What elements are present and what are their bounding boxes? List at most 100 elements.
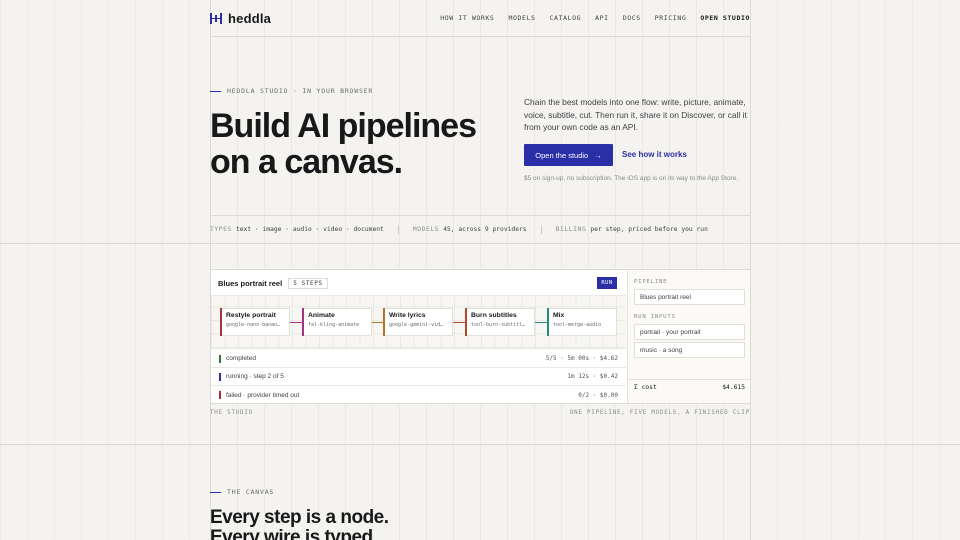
node-title: Write lyrics	[389, 312, 426, 319]
wire	[535, 322, 547, 323]
open-studio-button[interactable]: Open the studio →	[524, 144, 613, 166]
studio-main: Blues portrait reel 5 STEPS RUN Restyle …	[211, 270, 626, 403]
status-indicator	[219, 372, 221, 381]
run-row-completed[interactable]: completed 5/5 · 5m 00s · $4.62	[211, 350, 626, 368]
nav-link-catalog[interactable]: CATALOG	[550, 14, 582, 22]
node-restyle-portrait[interactable]: Restyle portrait google-nano-banan…	[220, 308, 290, 336]
node-model: tool-burn-subtitl…	[471, 322, 526, 328]
canvas-section-title: Every step is a node. Every wire is type…	[210, 508, 389, 540]
background-grid-left	[0, 0, 210, 540]
logo-icon	[210, 12, 222, 24]
node-title: Mix	[553, 312, 565, 319]
run-meta: 1m 12s · $0.42	[567, 373, 618, 380]
run-meta: 5/5 · 5m 00s · $4.62	[545, 355, 618, 362]
stat-separator	[397, 225, 399, 234]
cost-divider	[628, 379, 750, 380]
node-color-bar	[465, 308, 467, 336]
nav-divider	[210, 36, 750, 37]
hero-title-line-2: on a canvas.	[210, 143, 403, 181]
node-animate[interactable]: Animate fal-kling-animate	[302, 308, 372, 336]
input-music-field[interactable]: music · a song	[634, 342, 745, 358]
run-history: completed 5/5 · 5m 00s · $4.62 running ·…	[211, 350, 626, 404]
node-burn-subtitles[interactable]: Burn subtitles tool-burn-subtitl…	[465, 308, 535, 336]
hero-title-line-1: Build AI pipelines	[210, 107, 477, 145]
eyebrow-dash	[210, 90, 221, 92]
nav-link-api[interactable]: API	[595, 14, 609, 22]
run-row-failed[interactable]: failed · provider timed out 0/2 · $0.00	[211, 386, 626, 404]
stats-row: TYPES text · image · audio · video · docu…	[210, 225, 708, 234]
cost-summary: Σ cost $4.615	[634, 384, 745, 391]
brand-logo[interactable]: heddla	[210, 11, 271, 26]
hero-eyebrow-text: HEDDLA STUDIO · IN YOUR BROWSER	[227, 87, 374, 95]
node-mix[interactable]: Mix tool-merge-audio	[547, 308, 617, 336]
studio-preview: Blues portrait reel 5 STEPS RUN Restyle …	[210, 269, 750, 404]
node-title: Restyle portrait	[226, 312, 276, 319]
nav-link-models[interactable]: MODELS	[508, 14, 535, 22]
stat-billing: BILLING per step, priced before you run	[556, 226, 708, 233]
wire	[290, 322, 302, 323]
wire	[453, 322, 465, 323]
see-how-it-works-link[interactable]: See how it works	[622, 150, 687, 159]
run-status: running · step 2 of 5	[226, 373, 284, 380]
section-divider-1	[0, 243, 960, 244]
canvas-title-line-1: Every step is a node.	[210, 507, 389, 528]
stat-models: MODELS 45, across 9 providers	[413, 226, 527, 233]
nav-link-pricing[interactable]: PRICING	[655, 14, 687, 22]
canvas-eyebrow-text: THE CANVAS	[227, 488, 275, 496]
node-color-bar	[220, 308, 222, 336]
stat-value: text · image · audio · video · document	[235, 226, 384, 233]
top-nav: heddla HOW IT WORKS MODELS CATALOG API D…	[210, 8, 750, 28]
brand-name: heddla	[228, 10, 272, 26]
stat-value: 45, across 9 providers	[443, 226, 527, 233]
node-color-bar	[302, 308, 304, 336]
canvas-eyebrow: THE CANVAS	[210, 488, 274, 496]
hero-description: Chain the best models into one flow: wri…	[524, 97, 747, 132]
run-status: failed · provider timed out	[226, 391, 300, 399]
column-line-right	[750, 0, 751, 540]
input-portrait-field[interactable]: portrait · your portrait	[634, 324, 745, 340]
stat-key: BILLING	[555, 226, 587, 233]
section-divider-2	[0, 444, 960, 445]
hero-title: Build AI pipelines on a canvas.	[210, 108, 510, 180]
run-row-running[interactable]: running · step 2 of 5 1m 12s · $0.42	[211, 368, 626, 386]
nav-link-how-it-works[interactable]: HOW IT WORKS	[440, 14, 494, 22]
node-write-lyrics[interactable]: Write lyrics google-gemini-vid…	[383, 308, 453, 336]
node-color-bar	[383, 308, 385, 336]
node-title: Animate	[308, 312, 335, 319]
pipeline-label: PIPELINE	[634, 279, 668, 285]
stat-key: TYPES	[210, 226, 232, 233]
background-grid-right	[750, 0, 960, 540]
arrow-right-icon: →	[594, 150, 602, 160]
open-studio-nav-button[interactable]: OPEN STUDIO	[700, 14, 750, 22]
run-status: completed	[226, 355, 256, 362]
hero-note: $5 on sign-up, no subscription. The iOS …	[524, 175, 739, 182]
pipeline-sidebar: PIPELINE Blues portrait reel RUN INPUTS …	[627, 270, 750, 403]
nav-link-docs[interactable]: DOCS	[623, 14, 641, 22]
open-studio-button-label: Open the studio	[535, 150, 589, 160]
node-model: fal-kling-animate	[308, 322, 360, 328]
stat-value: per step, priced before you run	[590, 226, 708, 233]
status-indicator	[219, 391, 221, 399]
canvas-title-line-2: Every wire is typed.	[210, 527, 378, 540]
studio-header: Blues portrait reel 5 STEPS	[218, 278, 328, 289]
stat-key: MODELS	[412, 226, 440, 233]
eyebrow-dash	[210, 491, 221, 493]
node-model: google-gemini-vid…	[389, 322, 444, 328]
run-inputs-label: RUN INPUTS	[634, 314, 676, 320]
status-indicator	[219, 354, 221, 363]
run-button[interactable]: RUN	[597, 277, 617, 289]
nav-links: HOW IT WORKS MODELS CATALOG API DOCS PRI…	[440, 14, 750, 22]
pipeline-name-field[interactable]: Blues portrait reel	[634, 289, 745, 305]
pipeline-canvas[interactable]: Restyle portrait google-nano-banan… Anim…	[211, 295, 626, 349]
node-model: google-nano-banan…	[226, 322, 281, 328]
stat-types: TYPES text · image · audio · video · docu…	[210, 226, 384, 233]
run-meta: 0/2 · $0.00	[578, 391, 618, 399]
node-title: Burn subtitles	[471, 312, 517, 319]
pipeline-title: Blues portrait reel	[218, 279, 283, 288]
steps-badge: 5 STEPS	[288, 278, 328, 289]
studio-caption-right: ONE PIPELINE, FIVE MODELS, A FINISHED CL…	[569, 410, 750, 416]
hero-divider	[210, 215, 750, 216]
node-color-bar	[547, 308, 549, 336]
hero-eyebrow: HEDDLA STUDIO · IN YOUR BROWSER	[210, 87, 373, 95]
cost-value: $4.615	[722, 384, 745, 391]
